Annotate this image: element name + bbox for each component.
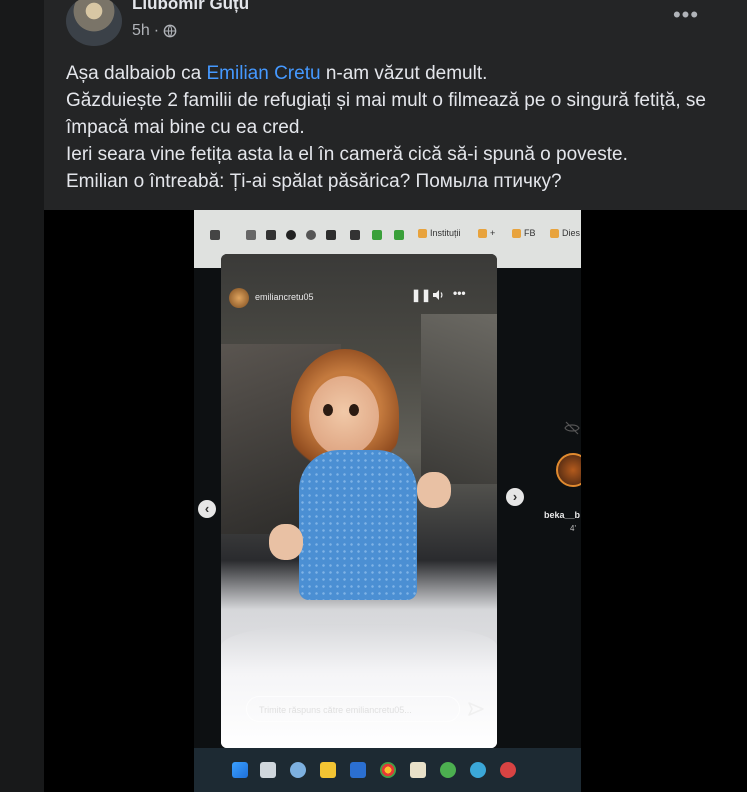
bookmark-icon (266, 230, 276, 240)
bookmark-item[interactable]: FB (512, 228, 536, 238)
pause-icon[interactable]: ❚❚ (411, 288, 431, 302)
prev-story-button[interactable]: ‹ (198, 500, 216, 518)
story-username[interactable]: emiliancretu05 (255, 292, 314, 302)
eye-off-icon (564, 421, 580, 435)
video-frame[interactable]: Instituții + FB Dies emiliancretu05 ❚❚ •… (194, 210, 581, 792)
app-icon (410, 762, 426, 778)
volume-icon[interactable] (432, 289, 444, 301)
app-icon (440, 762, 456, 778)
app-icon (470, 762, 486, 778)
next-story-name[interactable]: beka__b (544, 510, 580, 520)
chat-icon (290, 762, 306, 778)
video-player[interactable]: Instituții + FB Dies emiliancretu05 ❚❚ •… (44, 210, 747, 792)
post-text: Așa dalbaiob ca Emilian Cretu n-am văzut… (66, 60, 726, 195)
post-header: Liubomir Guțu 5h · ••• (44, 0, 747, 52)
send-icon[interactable] (467, 700, 485, 718)
windows-start-icon (232, 762, 248, 778)
bookmark-item[interactable]: Instituții (418, 228, 461, 238)
author-name[interactable]: Liubomir Guțu (132, 0, 249, 14)
next-story-count: 4' (570, 524, 576, 533)
bookmark-icon (306, 230, 316, 240)
post-line-3: Ieri seara vine fetița asta la el în cam… (66, 144, 628, 165)
next-story-avatar[interactable] (556, 453, 581, 487)
post-line-4: Emilian o întreabă: Ți-ai spălat păsăric… (66, 171, 562, 192)
story-menu-button[interactable]: ••• (453, 286, 466, 300)
bookmark-icon (372, 230, 382, 240)
meta-separator: · (153, 22, 160, 39)
bookmark-icon (326, 230, 336, 240)
more-options-button[interactable]: ••• (672, 4, 700, 26)
story-reply-input[interactable]: Trimite răspuns către emiliancretu05... (246, 696, 460, 722)
story-user-avatar[interactable] (229, 288, 249, 308)
bookmark-item[interactable]: + (478, 228, 495, 238)
globe-icon[interactable] (163, 24, 177, 38)
post-meta: 5h · (132, 22, 177, 40)
word-icon (350, 762, 366, 778)
mention-link[interactable]: Emilian Cretu (207, 63, 321, 84)
next-story-button[interactable]: › (506, 488, 524, 506)
bookmark-icon (350, 230, 360, 240)
folder-icon (320, 762, 336, 778)
app-icon (500, 762, 516, 778)
windows-taskbar (194, 748, 581, 792)
bookmark-item[interactable]: Dies (550, 228, 580, 238)
bookmark-icon (210, 230, 220, 240)
bookmark-icon (246, 230, 256, 240)
chrome-icon (380, 762, 396, 778)
post-card: Liubomir Guțu 5h · ••• Așa dalbaiob ca E… (44, 0, 747, 792)
post-time[interactable]: 5h (132, 22, 150, 40)
taskview-icon (260, 762, 276, 778)
author-avatar[interactable] (66, 0, 122, 46)
post-line-2: Găzduiește 2 familii de refugiați și mai… (66, 90, 706, 138)
post-line-1: Așa dalbaiob ca Emilian Cretu n-am văzut… (66, 63, 488, 84)
bookmark-icon (286, 230, 296, 240)
story-viewer[interactable]: emiliancretu05 ❚❚ ••• Trimite răspuns că… (221, 254, 497, 748)
bookmark-icon (394, 230, 404, 240)
